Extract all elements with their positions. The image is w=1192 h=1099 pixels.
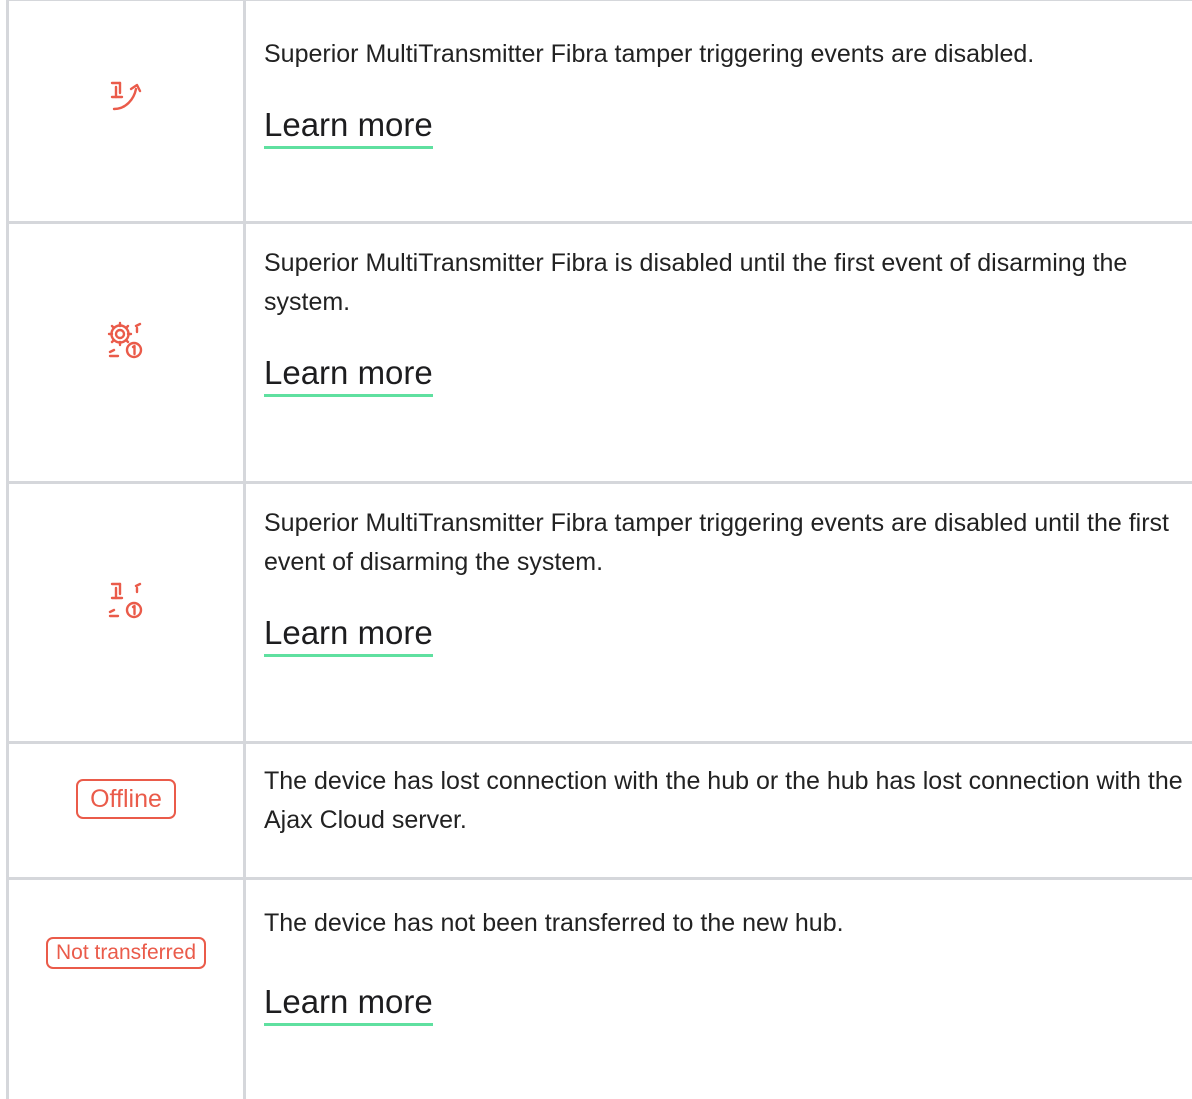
table-row: Offline The device has lost connection w… — [8, 743, 1192, 879]
row-description: Superior MultiTransmitter Fibra is disab… — [264, 244, 1183, 322]
description-cell: Superior MultiTransmitter Fibra tamper t… — [245, 483, 1192, 743]
icon-cell — [8, 223, 245, 483]
table-row: Superior MultiTransmitter Fibra tamper t… — [8, 0, 1192, 223]
table-row: Superior MultiTransmitter Fibra is disab… — [8, 223, 1192, 483]
table-row: Not transferred The device has not been … — [8, 879, 1192, 1099]
tamper-disabled-until-disarm-icon — [104, 609, 148, 626]
row-description: The device has lost connection with the … — [264, 762, 1183, 840]
not-transferred-badge: Not transferred — [46, 937, 206, 969]
description-cell: The device has lost connection with the … — [245, 743, 1192, 879]
description-cell: Superior MultiTransmitter Fibra is disab… — [245, 223, 1192, 483]
tamper-disabled-icon — [106, 104, 146, 121]
row-description: The device has not been transferred to t… — [264, 904, 1183, 943]
learn-more-link[interactable]: Learn more — [264, 106, 433, 149]
learn-more-link[interactable]: Learn more — [264, 614, 433, 657]
status-table: Superior MultiTransmitter Fibra tamper t… — [6, 0, 1192, 1099]
table-row: Superior MultiTransmitter Fibra tamper t… — [8, 483, 1192, 743]
learn-more-link[interactable]: Learn more — [264, 983, 433, 1026]
description-cell: Superior MultiTransmitter Fibra tamper t… — [245, 0, 1192, 223]
icon-cell — [8, 483, 245, 743]
disabled-until-disarm-icon — [104, 349, 148, 366]
description-cell: The device has not been transferred to t… — [245, 879, 1192, 1099]
icon-cell: Offline — [8, 743, 245, 879]
icon-cell — [8, 0, 245, 223]
row-description: Superior MultiTransmitter Fibra tamper t… — [264, 35, 1183, 74]
learn-more-link[interactable]: Learn more — [264, 354, 433, 397]
icon-cell: Not transferred — [8, 879, 245, 1099]
row-description: Superior MultiTransmitter Fibra tamper t… — [264, 504, 1183, 582]
offline-badge: Offline — [76, 779, 176, 819]
